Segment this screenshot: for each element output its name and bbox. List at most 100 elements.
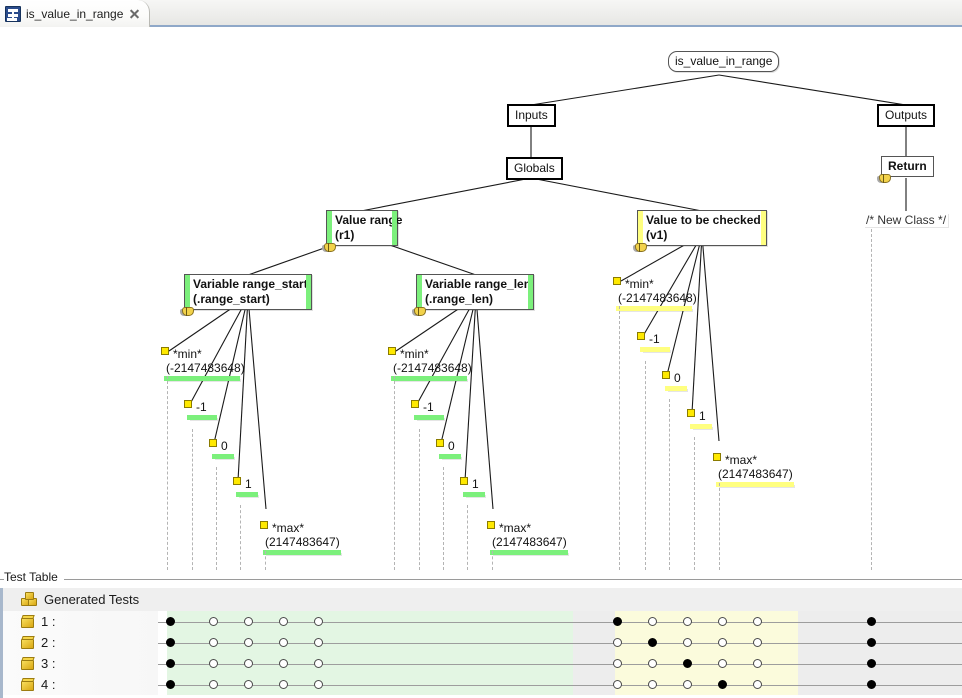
test-mark-empty[interactable]	[683, 680, 692, 689]
class-bar	[263, 550, 341, 555]
tree-node-variable-range-len[interactable]: Variable range_len (.range_len)	[416, 274, 534, 310]
close-icon[interactable]	[128, 7, 141, 20]
test-table-group-row[interactable]: Generated Tests	[3, 588, 962, 611]
class-bar	[690, 424, 712, 429]
tree-node-inputs[interactable]: Inputs	[507, 104, 556, 127]
class-bar	[490, 550, 568, 555]
tree-node-value-to-be-checked-line2: (v1)	[646, 228, 667, 242]
test-mark-selected[interactable]	[166, 680, 175, 689]
tree-class-v1-one[interactable]: 1	[688, 409, 712, 429]
class-swatch-icon	[613, 277, 621, 285]
test-mark-empty[interactable]	[314, 659, 323, 668]
test-mark-empty[interactable]	[648, 617, 657, 626]
tree-node-globals[interactable]: Globals	[506, 157, 563, 180]
class-swatch-icon	[161, 347, 169, 355]
test-mark-selected[interactable]	[867, 680, 876, 689]
tree-class-range-start-neg1[interactable]: -1	[185, 400, 217, 420]
tree-class-range-start-zero[interactable]: 0	[210, 439, 234, 459]
bug-badge-icon	[324, 243, 336, 252]
tree-class-v1-neg1[interactable]: -1	[638, 332, 670, 352]
group-label: Generated Tests	[44, 592, 139, 607]
tree-node-value-range[interactable]: Value range (r1)	[326, 210, 398, 246]
test-mark-empty[interactable]	[718, 638, 727, 647]
test-mark-empty[interactable]	[279, 617, 288, 626]
test-case-track	[158, 632, 962, 653]
tree-node-variable-range-len-line2: (.range_len)	[425, 292, 493, 306]
test-mark-empty[interactable]	[209, 680, 218, 689]
test-mark-selected[interactable]	[718, 680, 727, 689]
test-mark-selected[interactable]	[683, 659, 692, 668]
class-label: *min*	[164, 347, 240, 361]
class-value: (2147483647)	[716, 467, 794, 481]
tree-class-range-start-one[interactable]: 1	[234, 477, 258, 497]
test-mark-selected[interactable]	[166, 617, 175, 626]
guide-line	[240, 505, 241, 570]
test-mark-empty[interactable]	[209, 659, 218, 668]
test-mark-empty[interactable]	[314, 638, 323, 647]
tree-node-outputs[interactable]: Outputs	[877, 104, 935, 127]
tree-node-root[interactable]: is_value_in_range	[668, 51, 779, 72]
editor-tab-bar: is_value_in_range	[0, 0, 962, 27]
tree-node-outputs-label: Outputs	[885, 108, 927, 122]
test-mark-empty[interactable]	[683, 638, 692, 647]
test-mark-empty[interactable]	[753, 638, 762, 647]
editor-tab[interactable]: is_value_in_range	[0, 0, 150, 27]
test-mark-empty[interactable]	[753, 659, 762, 668]
test-mark-empty[interactable]	[683, 617, 692, 626]
test-mark-selected[interactable]	[867, 638, 876, 647]
test-mark-selected[interactable]	[648, 638, 657, 647]
tree-class-range-len-zero[interactable]: 0	[437, 439, 461, 459]
test-mark-empty[interactable]	[279, 638, 288, 647]
test-mark-empty[interactable]	[613, 680, 622, 689]
test-mark-empty[interactable]	[613, 638, 622, 647]
test-mark-selected[interactable]	[166, 659, 175, 668]
tree-class-range-start-max[interactable]: *max* (2147483647)	[261, 521, 341, 555]
guide-line	[871, 229, 872, 570]
test-mark-empty[interactable]	[279, 659, 288, 668]
test-mark-empty[interactable]	[244, 617, 253, 626]
tree-node-variable-range-start-line1: Variable range_start	[193, 277, 308, 291]
test-table-row[interactable]: 4 :	[3, 674, 962, 695]
tree-class-range-len-one[interactable]: 1	[461, 477, 485, 497]
tree-node-new-class[interactable]: /* New Class */	[864, 213, 948, 227]
test-mark-empty[interactable]	[279, 680, 288, 689]
test-mark-empty[interactable]	[314, 617, 323, 626]
test-mark-empty[interactable]	[209, 638, 218, 647]
test-mark-empty[interactable]	[718, 617, 727, 626]
test-mark-empty[interactable]	[753, 680, 762, 689]
test-mark-empty[interactable]	[753, 617, 762, 626]
test-case-label: 4 :	[41, 677, 55, 692]
tree-class-range-len-min[interactable]: *min* (-2147483648)	[389, 347, 467, 381]
test-mark-empty[interactable]	[244, 680, 253, 689]
tree-class-range-len-max[interactable]: *max* (2147483647)	[488, 521, 568, 555]
test-mark-empty[interactable]	[244, 638, 253, 647]
test-mark-empty[interactable]	[244, 659, 253, 668]
class-swatch-icon	[184, 400, 192, 408]
test-table-row[interactable]: 3 :	[3, 653, 962, 674]
tree-class-v1-min[interactable]: *min* (-2147483648)	[614, 277, 692, 311]
class-swatch-icon	[388, 347, 396, 355]
test-mark-empty[interactable]	[718, 659, 727, 668]
test-table-row[interactable]: 1 :	[3, 611, 962, 632]
classification-tree-canvas[interactable]: is_value_in_range Inputs Outputs Globals…	[0, 29, 962, 570]
tree-node-variable-range-start[interactable]: Variable range_start (.range_start)	[184, 274, 312, 310]
test-mark-empty[interactable]	[648, 659, 657, 668]
test-mark-selected[interactable]	[867, 659, 876, 668]
test-mark-empty[interactable]	[209, 617, 218, 626]
tree-class-range-start-min[interactable]: *min* (-2147483648)	[162, 347, 240, 381]
tree-class-range-len-neg1[interactable]: -1	[412, 400, 444, 420]
test-mark-selected[interactable]	[867, 617, 876, 626]
test-mark-empty[interactable]	[314, 680, 323, 689]
tree-class-v1-max[interactable]: *max* (2147483647)	[714, 453, 794, 487]
tree-class-v1-zero[interactable]: 0	[663, 371, 687, 391]
class-bar	[212, 454, 234, 459]
test-mark-selected[interactable]	[613, 617, 622, 626]
tree-node-return[interactable]: Return	[881, 156, 934, 177]
tree-node-value-to-be-checked[interactable]: Value to be checked (v1)	[637, 210, 767, 246]
test-mark-selected[interactable]	[166, 638, 175, 647]
test-case-label-cell: 1 :	[3, 611, 158, 632]
test-mark-empty[interactable]	[648, 680, 657, 689]
test-table-row[interactable]: 2 :	[3, 632, 962, 653]
test-table-body[interactable]: Generated Tests 1 :2 :3 : 4 :	[0, 588, 962, 698]
test-mark-empty[interactable]	[613, 659, 622, 668]
